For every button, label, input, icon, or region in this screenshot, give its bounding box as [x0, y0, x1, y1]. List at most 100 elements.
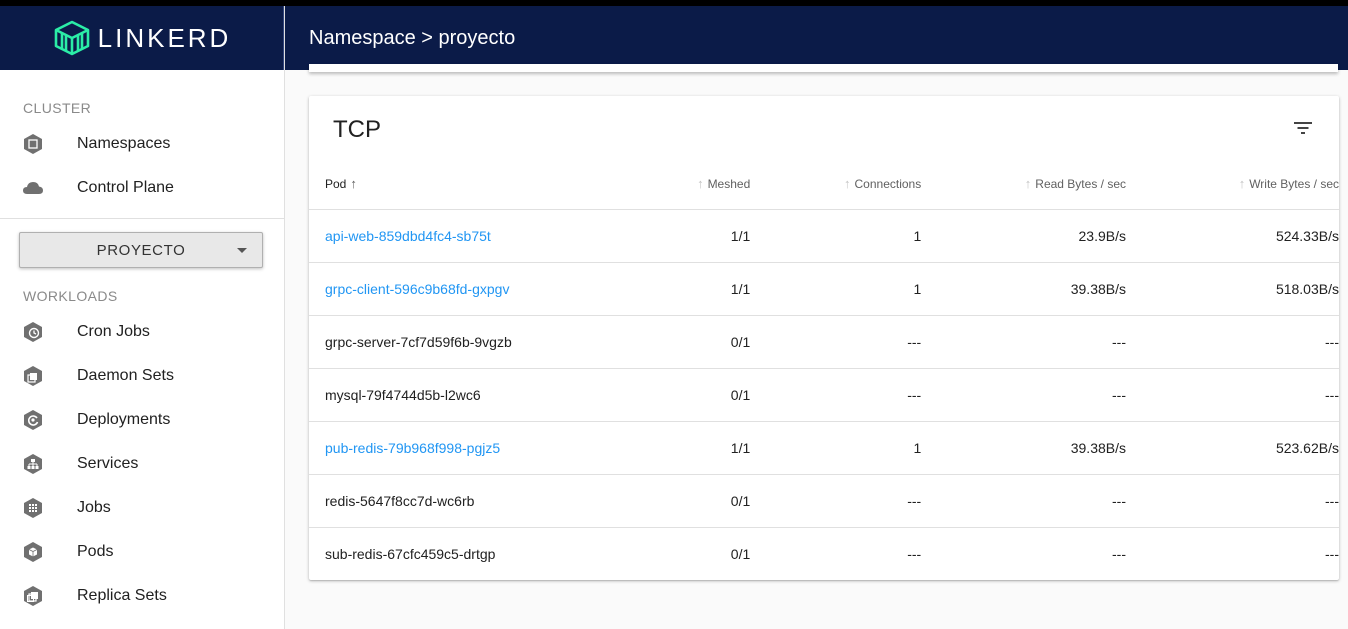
- connections-cell: 1: [750, 209, 922, 263]
- pod-cell: pub-redis-79b968f998-pgjz5: [309, 421, 637, 475]
- write-bytes-cell: 518.03B/s: [1126, 262, 1339, 316]
- table-header-row: Pod ↑ ↑ Meshed ↑ Connections ↑ Read Bytes / …: [309, 158, 1339, 210]
- sidebar-item-replica-sets[interactable]: Replica Sets: [0, 574, 284, 618]
- sort-arrow-up-icon: ↑: [1238, 175, 1246, 191]
- write-bytes-cell: ---: [1126, 315, 1339, 369]
- connections-cell: ---: [750, 368, 922, 422]
- caret-down-icon: [237, 248, 247, 253]
- pod-link[interactable]: api-web-859dbd4fc4-sb75t: [325, 228, 491, 244]
- job-icon: [22, 497, 44, 519]
- linkerd-logo-icon: [54, 20, 89, 56]
- filter-icon[interactable]: [1293, 120, 1313, 136]
- read-bytes-cell: ---: [921, 368, 1126, 422]
- cluster-section-label: CLUSTER: [23, 100, 92, 116]
- sidebar-item-label: Services: [77, 455, 139, 472]
- column-header-label: Connections: [854, 176, 922, 191]
- top-app-bar: Namespace > proyecto: [285, 6, 1348, 70]
- pod-icon: [22, 541, 44, 563]
- page-title: Namespace > proyecto: [309, 26, 516, 49]
- column-header-meshed[interactable]: ↑ Meshed: [636, 158, 751, 210]
- cronjob-icon: [22, 321, 44, 343]
- connections-cell: ---: [750, 474, 922, 528]
- pod-cell: api-web-859dbd4fc4-sb75t: [309, 209, 637, 263]
- pod-name: sub-redis-67cfc459c5-drtgp: [325, 545, 496, 562]
- meshed-cell: 0/1: [636, 368, 751, 422]
- connections-cell: 1: [750, 421, 922, 475]
- column-header-label: Write Bytes / sec: [1249, 176, 1339, 191]
- brand-logo[interactable]: LINKERD: [0, 6, 284, 70]
- meshed-cell: 0/1: [636, 315, 751, 369]
- table-row: api-web-859dbd4fc4-sb75t 1/1 1 23.9B/s 5…: [309, 209, 1339, 263]
- namespace-select[interactable]: PROYECTO: [19, 232, 263, 268]
- table-row: grpc-client-596c9b68fd-gxpgv 1/1 1 39.38…: [309, 262, 1339, 316]
- connections-cell: ---: [750, 315, 922, 369]
- column-header-connections[interactable]: ↑ Connections: [750, 158, 922, 210]
- daemonset-icon: [22, 365, 44, 387]
- sidebar-item-namespaces[interactable]: Namespaces: [0, 122, 284, 166]
- sidebar-item-label: Control Plane: [77, 179, 174, 196]
- write-bytes-cell: 524.33B/s: [1126, 209, 1339, 263]
- read-bytes-cell: 39.38B/s: [921, 421, 1126, 475]
- cloud-icon: [22, 177, 44, 199]
- column-header-pod[interactable]: Pod ↑: [309, 158, 637, 210]
- meshed-cell: 1/1: [636, 262, 751, 316]
- sidebar-item-label: Replica Sets: [77, 587, 167, 604]
- meshed-cell: 0/1: [636, 474, 751, 528]
- write-bytes-cell: ---: [1325, 545, 1339, 562]
- read-bytes-cell: 39.38B/s: [921, 262, 1126, 316]
- pod-cell: grpc-server-7cf7d59f6b-9vgzb: [309, 315, 637, 369]
- write-bytes-cell: ---: [1126, 368, 1339, 422]
- column-header-label: Pod: [325, 176, 347, 191]
- sidebar-item-label: Pods: [77, 543, 114, 560]
- table-row: redis-5647f8cc7d-wc6rb 0/1 --- --- ---: [309, 474, 1339, 528]
- table-row: mysql-79f4744d5b-l2wc6 0/1 --- --- ---: [309, 368, 1339, 422]
- pod-cell: sub-redis-67cfc459c5-drtgp: [309, 527, 637, 580]
- namespace-icon: [22, 133, 44, 155]
- tcp-table: Pod ↑ ↑ Meshed ↑ Connections ↑ Read Bytes / …: [309, 158, 1339, 580]
- pod-name: mysql-79f4744d5b-l2wc6: [325, 386, 481, 403]
- sort-arrow-up-icon: ↑: [844, 175, 851, 191]
- pod-link[interactable]: grpc-client-596c9b68fd-gxpgv: [325, 281, 509, 297]
- read-bytes-cell: 23.9B/s: [921, 209, 1126, 263]
- meshed-cell: 0/1: [730, 545, 751, 562]
- column-header-write-bytes[interactable]: ↑ Write Bytes / sec: [1126, 158, 1339, 210]
- sidebar-item-label: Deployments: [77, 411, 171, 428]
- sidebar-item-control-plane[interactable]: Control Plane: [0, 166, 284, 210]
- sidebar-item-label: Jobs: [77, 499, 111, 516]
- card-title: TCP: [333, 116, 381, 143]
- read-bytes-cell: ---: [921, 474, 1126, 528]
- sidebar-item-jobs[interactable]: Jobs: [0, 486, 284, 530]
- write-bytes-cell: 523.62B/s: [1126, 421, 1339, 475]
- sidebar-item-cron-jobs[interactable]: Cron Jobs: [0, 310, 284, 354]
- workloads-section-label: WORKLOADS: [23, 288, 118, 304]
- meshed-cell: 1/1: [636, 421, 751, 475]
- pod-name: redis-5647f8cc7d-wc6rb: [325, 492, 475, 509]
- sidebar-item-label: Cron Jobs: [77, 323, 150, 340]
- table-row: grpc-server-7cf7d59f6b-9vgzb 0/1 --- ---…: [309, 315, 1339, 369]
- column-header-read-bytes[interactable]: ↑ Read Bytes / sec: [921, 158, 1126, 210]
- sidebar-item-label: Daemon Sets: [77, 367, 174, 384]
- table-row: pub-redis-79b968f998-pgjz5 1/1 1 39.38B/…: [309, 421, 1339, 475]
- service-icon: [22, 453, 44, 475]
- connections-cell: ---: [907, 545, 922, 562]
- sidebar-item-deployments[interactable]: Deployments: [0, 398, 284, 442]
- sort-arrow-up-icon: ↑: [697, 175, 704, 191]
- read-bytes-cell: ---: [1112, 545, 1126, 562]
- namespace-select-value: PROYECTO: [96, 241, 186, 259]
- column-header-label: Meshed: [707, 176, 751, 191]
- sidebar-item-label: Namespaces: [77, 135, 171, 152]
- sidebar-item-daemon-sets[interactable]: Daemon Sets: [0, 354, 284, 398]
- sidebar-item-pods[interactable]: Pods: [0, 530, 284, 574]
- deployment-icon: [22, 409, 44, 431]
- tcp-card: TCP Pod ↑ ↑ Meshed ↑ Connections ↑ Read Byte…: [309, 96, 1339, 580]
- pod-cell: redis-5647f8cc7d-wc6rb: [309, 474, 637, 528]
- pod-cell: grpc-client-596c9b68fd-gxpgv: [309, 262, 637, 316]
- pod-cell: mysql-79f4744d5b-l2wc6: [309, 368, 637, 422]
- sort-arrow-up-icon: ↑: [1024, 175, 1032, 191]
- pod-link[interactable]: pub-redis-79b968f998-pgjz5: [325, 440, 500, 456]
- connections-cell: 1: [750, 262, 922, 316]
- brand-wordmark: LINKERD: [97, 22, 232, 53]
- sidebar-item-services[interactable]: Services: [0, 442, 284, 486]
- previous-card-edge: [309, 64, 1338, 72]
- read-bytes-cell: ---: [921, 315, 1126, 369]
